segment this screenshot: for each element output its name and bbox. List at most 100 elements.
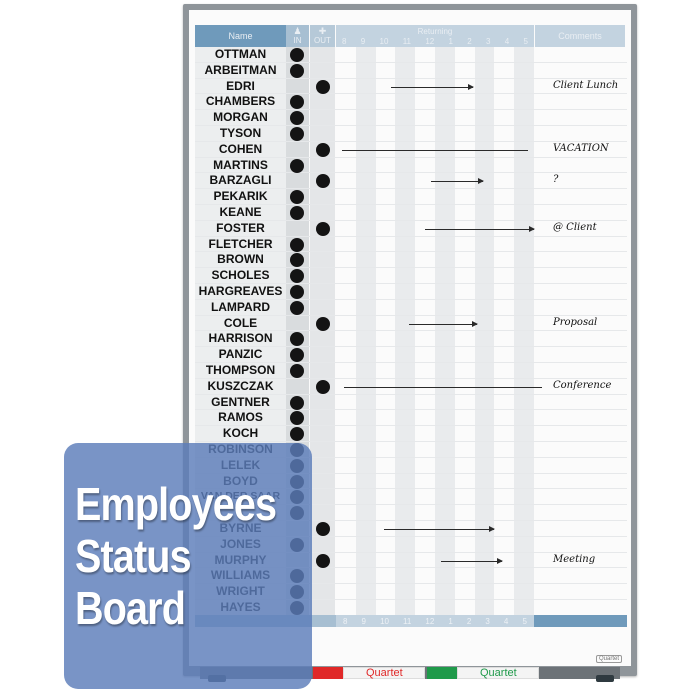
in-slot[interactable] (286, 236, 309, 252)
out-slot[interactable] (310, 94, 335, 110)
out-slot[interactable] (310, 441, 335, 457)
status-magnet[interactable] (290, 411, 304, 426)
status-magnet[interactable] (290, 348, 304, 363)
status-magnet[interactable] (290, 253, 304, 268)
employee-name: MORGAN (195, 110, 286, 125)
in-slot[interactable] (286, 331, 309, 347)
out-slot[interactable] (310, 189, 335, 204)
out-slot[interactable] (310, 125, 335, 141)
status-magnet[interactable] (316, 316, 330, 331)
out-slot[interactable] (310, 141, 335, 157)
status-magnet[interactable] (290, 158, 304, 173)
out-slot[interactable] (310, 220, 335, 236)
status-magnet[interactable] (290, 95, 304, 110)
in-slot[interactable] (286, 125, 309, 141)
status-magnet[interactable] (316, 142, 330, 157)
out-slot[interactable] (310, 236, 335, 252)
status-magnet[interactable] (316, 521, 330, 536)
out-slot[interactable] (310, 457, 335, 473)
status-magnet[interactable] (290, 48, 304, 62)
status-magnet[interactable] (290, 284, 304, 299)
out-slot[interactable] (310, 584, 335, 599)
out-slot[interactable] (310, 47, 335, 62)
in-slot[interactable] (286, 47, 309, 62)
in-slot[interactable] (286, 62, 309, 78)
out-slot[interactable] (310, 78, 335, 94)
out-slot[interactable] (310, 347, 335, 362)
in-slot[interactable] (286, 141, 309, 157)
in-slot[interactable] (286, 173, 309, 189)
out-slot[interactable] (310, 568, 335, 584)
out-slot[interactable] (310, 204, 335, 220)
status-magnet[interactable] (290, 63, 304, 78)
in-slot[interactable] (286, 220, 309, 236)
out-slot[interactable] (310, 331, 335, 347)
out-slot[interactable] (310, 157, 335, 173)
out-slot[interactable] (310, 489, 335, 505)
in-slot[interactable] (286, 157, 309, 173)
in-slot[interactable] (286, 394, 309, 410)
status-magnet[interactable] (290, 190, 304, 205)
out-slot[interactable] (310, 552, 335, 568)
out-slot[interactable] (310, 315, 335, 331)
employee-name: KUSZCZAK (195, 378, 286, 394)
handwritten-comment: Client Lunch (553, 79, 619, 91)
return-time-arrow (383, 525, 496, 532)
status-magnet[interactable] (316, 79, 330, 94)
employee-name: FLETCHER (195, 236, 286, 252)
out-slot[interactable] (310, 362, 335, 378)
red-marker[interactable]: Quartet (313, 666, 425, 680)
out-slot[interactable] (310, 110, 335, 125)
in-slot[interactable] (286, 189, 309, 205)
employee-name: HARRISON (195, 331, 286, 347)
out-slot[interactable] (310, 520, 335, 536)
out-slot[interactable] (310, 283, 335, 299)
status-magnet[interactable] (290, 205, 304, 220)
out-slot[interactable] (310, 62, 335, 78)
out-slot[interactable] (310, 473, 335, 489)
out-slot[interactable] (310, 426, 335, 441)
in-slot[interactable] (286, 94, 309, 110)
in-slot[interactable] (286, 362, 309, 378)
status-magnet[interactable] (290, 427, 304, 442)
status-magnet[interactable] (290, 395, 304, 410)
status-magnet[interactable] (316, 379, 330, 394)
employee-row: SCHOLES (195, 268, 627, 284)
out-slot[interactable] (310, 599, 335, 615)
in-slot[interactable] (286, 347, 309, 363)
in-slot[interactable] (286, 283, 309, 299)
in-slot[interactable] (286, 268, 309, 284)
status-magnet[interactable] (290, 237, 304, 252)
out-slot[interactable] (310, 505, 335, 520)
in-slot[interactable] (286, 410, 309, 426)
red-marker-cap (313, 667, 343, 679)
in-slot[interactable] (286, 204, 309, 220)
in-slot[interactable] (286, 378, 309, 394)
out-slot[interactable] (310, 378, 335, 394)
in-slot[interactable] (286, 78, 309, 94)
status-magnet[interactable] (290, 332, 304, 347)
in-slot[interactable] (286, 426, 309, 442)
in-slot[interactable] (286, 110, 309, 126)
out-slot[interactable] (310, 410, 335, 426)
status-magnet[interactable] (316, 221, 330, 236)
out-slot[interactable] (310, 299, 335, 315)
status-magnet[interactable] (290, 363, 304, 378)
out-slot[interactable] (310, 252, 335, 268)
out-slot[interactable] (310, 394, 335, 410)
employee-row: BROWN (195, 252, 627, 269)
status-magnet[interactable] (290, 126, 304, 141)
status-magnet[interactable] (290, 300, 304, 315)
green-marker[interactable]: Quartet (427, 666, 539, 680)
in-slot[interactable] (286, 252, 309, 268)
status-magnet[interactable] (290, 111, 304, 126)
out-slot[interactable] (310, 173, 335, 189)
in-slot[interactable] (286, 299, 309, 315)
status-magnet[interactable] (316, 174, 330, 189)
status-magnet[interactable] (290, 269, 304, 284)
status-magnet[interactable] (316, 553, 330, 568)
in-slot[interactable] (286, 315, 309, 331)
time-tick: 12 (425, 616, 435, 626)
out-slot[interactable] (310, 536, 335, 552)
out-slot[interactable] (310, 268, 335, 283)
